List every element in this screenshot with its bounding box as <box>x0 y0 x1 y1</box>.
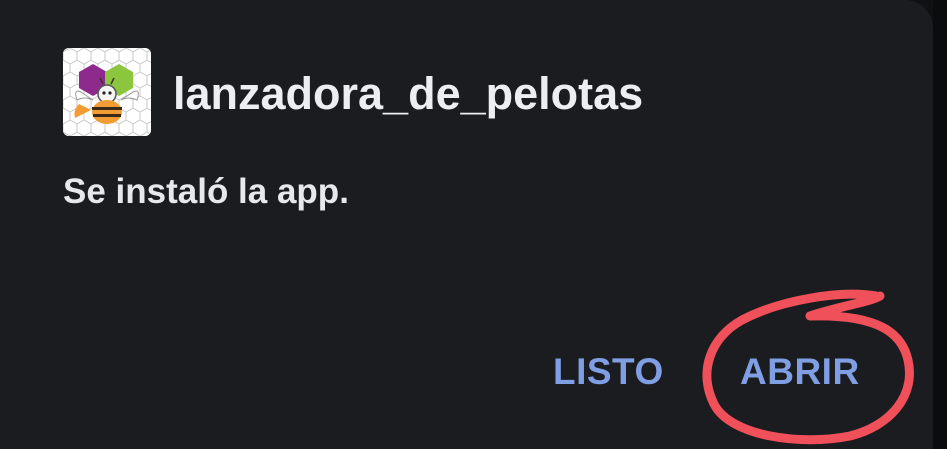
open-button[interactable]: ABRIR <box>740 344 860 400</box>
install-status-message: Se instaló la app. <box>63 172 349 211</box>
app-name-title: lanzadora_de_pelotas <box>173 68 644 119</box>
install-complete-dialog: lanzadora_de_pelotas Se instaló la app. … <box>0 0 933 449</box>
done-button[interactable]: LISTO <box>553 344 664 400</box>
app-inventor-bee-icon <box>63 48 151 136</box>
app-icon <box>63 48 151 136</box>
screen-edge <box>933 0 947 449</box>
